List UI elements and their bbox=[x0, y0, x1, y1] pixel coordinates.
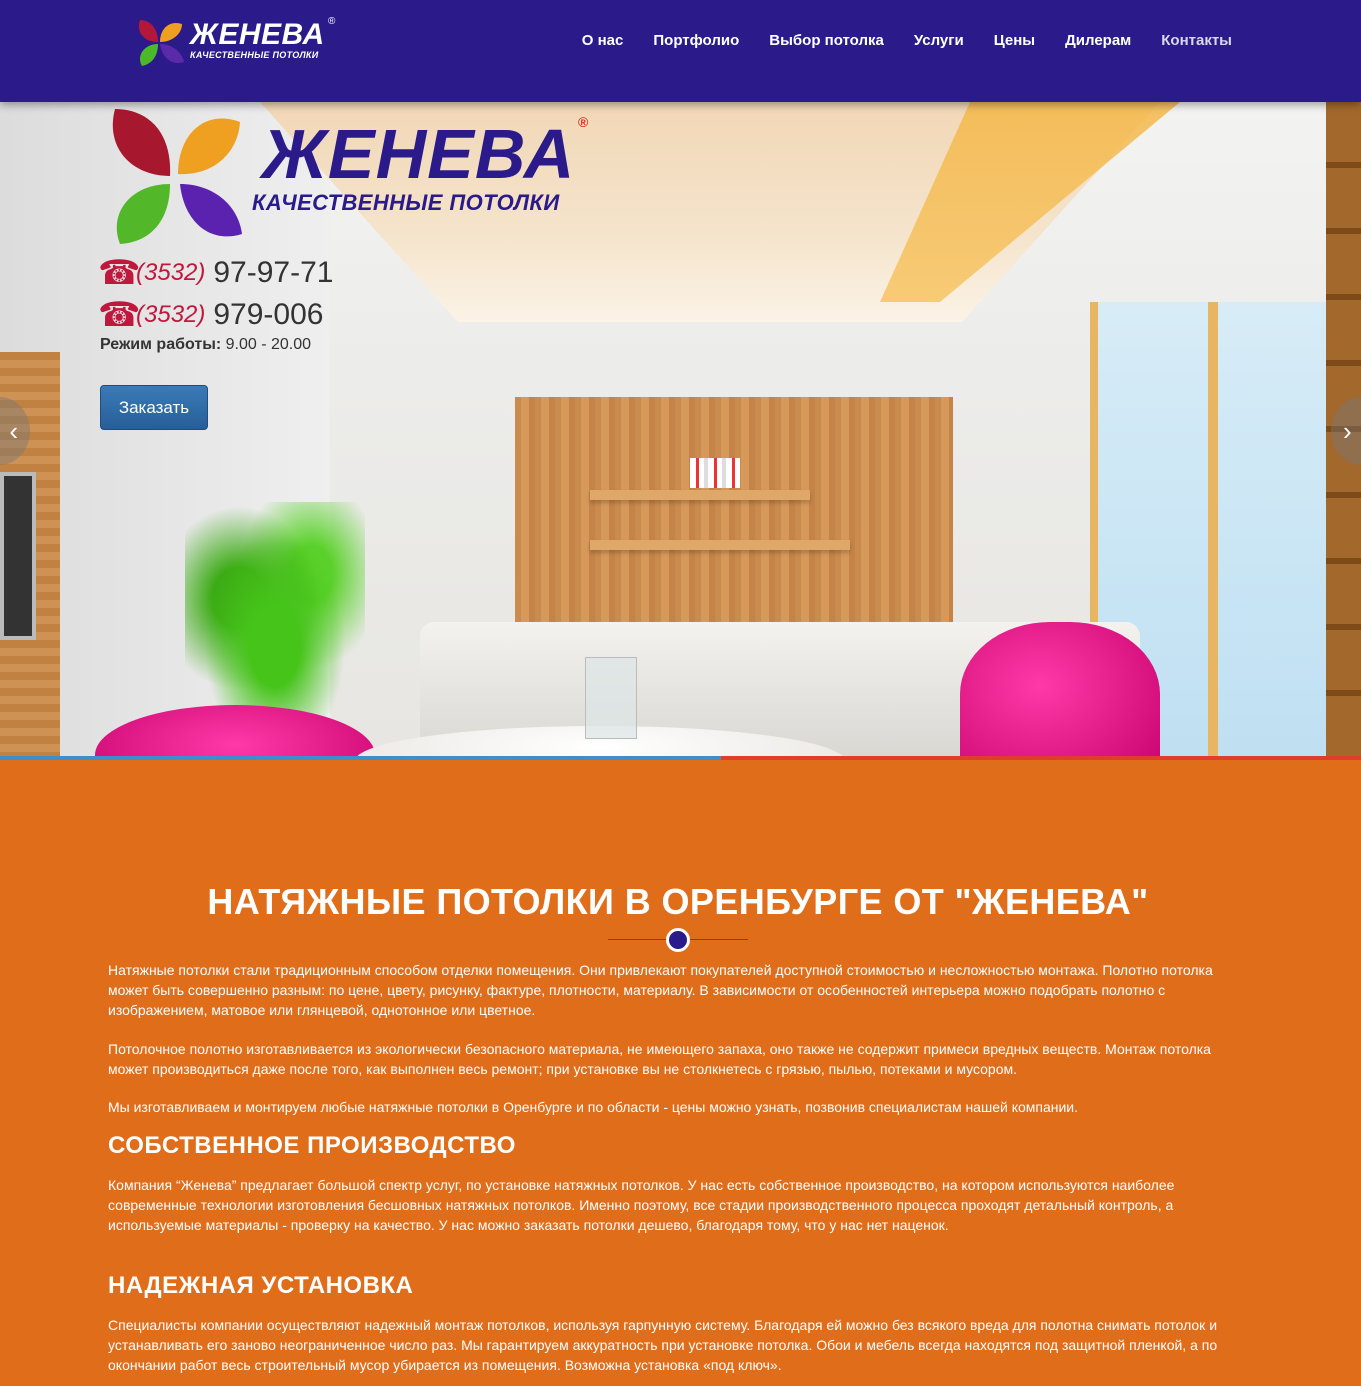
logo-tagline: КАЧЕСТВЕННЫЕ ПОТОЛКИ bbox=[190, 50, 319, 60]
hero-slider: ЖЕНЕВА ® КАЧЕСТВЕННЫЕ ПОТОЛКИ ☎ (3532) 9… bbox=[0, 102, 1361, 760]
logo-registered-mark: ® bbox=[328, 16, 336, 27]
nav-item-dealers[interactable]: Дилерам bbox=[1050, 32, 1146, 50]
phone-list: ☎ (3532) 97-97-71 ☎ (3532) 979-006 bbox=[98, 252, 333, 336]
phone-icon: ☎ bbox=[98, 254, 141, 292]
phone-code: (3532) bbox=[136, 301, 206, 328]
slider-progress-fill bbox=[0, 756, 722, 760]
phone-row[interactable]: ☎ (3532) 97-97-71 bbox=[98, 252, 333, 294]
nav-item-portfolio[interactable]: Портфолио bbox=[638, 32, 754, 50]
chevron-left-icon: ‹ bbox=[9, 415, 18, 446]
page-title: НАТЯЖНЫЕ ПОТОЛКИ В ОРЕНБУРГЕ ОТ "ЖЕНЕВА" bbox=[207, 881, 1149, 922]
hero-logo-tagline: КАЧЕСТВЕННЫЕ ПОТОЛКИ bbox=[252, 190, 560, 215]
hero-logo: ЖЕНЕВА ® КАЧЕСТВЕННЫЕ ПОТОЛКИ bbox=[100, 104, 600, 254]
divider-dot-icon bbox=[666, 928, 690, 952]
nav-item-ceiling-choice[interactable]: Выбор потолка bbox=[754, 32, 899, 50]
phone-number: 97-97-71 bbox=[213, 256, 334, 289]
section-title-production: СОБСТВЕННОЕ ПРОИЗВОДСТВО bbox=[108, 1132, 516, 1159]
phone-code: (3532) bbox=[136, 259, 206, 286]
hero-logo-brand: ЖЕНЕВА bbox=[262, 115, 576, 193]
slider-progress-bar bbox=[0, 756, 1361, 760]
main-nav: О нас Портфолио Выбор потолка Услуги Цен… bbox=[567, 32, 1247, 50]
intro-paragraph: Натяжные потолки стали традиционным спос… bbox=[108, 962, 1213, 1018]
hero-logo-registered-mark: ® bbox=[578, 114, 589, 130]
working-hours-label: Режим работы: bbox=[100, 336, 222, 353]
intro-paragraph: Потолочное полотно изготавливается из эк… bbox=[108, 1041, 1211, 1077]
nav-item-services[interactable]: Услуги bbox=[899, 32, 979, 50]
header-logo[interactable]: ЖЕНЕВА ® КАЧЕСТВЕННЫЕ ПОТОЛКИ bbox=[132, 16, 352, 68]
hero-logo-flower-icon bbox=[112, 109, 242, 244]
working-hours: Режим работы: 9.00 - 20.00 bbox=[100, 336, 311, 354]
phone-row[interactable]: ☎ (3532) 979-006 bbox=[98, 294, 333, 336]
nav-item-contacts[interactable]: Контакты bbox=[1146, 32, 1247, 50]
intro-paragraph: Мы изготавливаем и монтируем любые натяж… bbox=[108, 1099, 1079, 1115]
nav-item-about[interactable]: О нас bbox=[567, 32, 639, 50]
site-header: ЖЕНЕВА ® КАЧЕСТВЕННЫЕ ПОТОЛКИ О нас Порт… bbox=[0, 0, 1361, 102]
logo-brand: ЖЕНЕВА bbox=[190, 18, 325, 51]
chevron-right-icon: › bbox=[1343, 415, 1352, 446]
title-divider bbox=[608, 928, 748, 952]
logo-flower-icon bbox=[138, 20, 184, 66]
section-text-installation: Специалисты компании осуществляют надежн… bbox=[108, 1317, 1218, 1373]
section-title-installation: НАДЕЖНАЯ УСТАНОВКА bbox=[108, 1272, 414, 1299]
phone-number: 979-006 bbox=[213, 298, 324, 331]
phone-icon: ☎ bbox=[98, 296, 141, 334]
order-button[interactable]: Заказать bbox=[100, 385, 208, 430]
nav-item-prices[interactable]: Цены bbox=[979, 32, 1050, 50]
working-hours-value: 9.00 - 20.00 bbox=[225, 336, 312, 353]
section-text-production: Компания “Женева” предлагает большой спе… bbox=[108, 1177, 1175, 1233]
